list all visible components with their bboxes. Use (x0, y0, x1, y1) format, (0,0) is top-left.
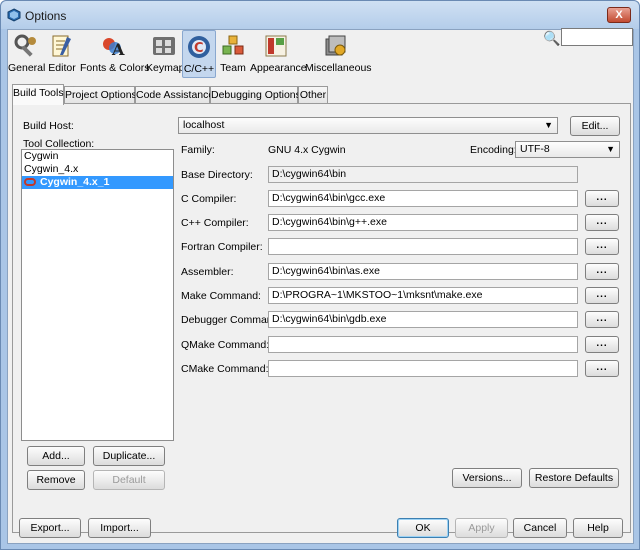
tab-other[interactable]: Other (298, 86, 328, 104)
cancel-button[interactable]: Cancel (513, 518, 567, 538)
remove-collection-button[interactable]: Remove (27, 470, 85, 490)
fortran-compiler-browse-button[interactable]: ... (585, 238, 619, 255)
category-label: Editor (48, 62, 76, 74)
chevron-down-icon: ▼ (544, 120, 553, 130)
cpp-compiler-label: C++ Compiler: (181, 217, 249, 229)
category-fonts-colors[interactable]: A Fonts & Colors (80, 30, 150, 78)
title-bar[interactable]: Options X (1, 1, 639, 29)
chevron-down-icon: ▼ (606, 144, 615, 154)
cmake-command-field[interactable] (268, 360, 578, 377)
category-keymap[interactable]: Keymap (146, 30, 185, 78)
ok-button[interactable]: OK (397, 518, 449, 538)
edit-build-host-button[interactable]: Edit... (570, 116, 620, 136)
svg-text:C: C (194, 41, 204, 56)
category-general[interactable]: General (8, 30, 46, 78)
duplicate-collection-button[interactable]: Duplicate... (93, 446, 165, 466)
options-search-input[interactable] (561, 28, 633, 46)
add-collection-button[interactable]: Add... (27, 446, 85, 466)
export-button[interactable]: Export... (19, 518, 81, 538)
qmake-command-label: QMake Command: (181, 339, 270, 351)
fonts-colors-icon: A (102, 38, 125, 59)
close-button[interactable]: X (607, 7, 631, 23)
list-item[interactable]: Cygwin (22, 150, 173, 163)
build-host-label: Build Host: (23, 120, 74, 132)
assembler-label: Assembler: (181, 266, 234, 278)
list-item-label: Cygwin_4.x_1 (40, 176, 110, 188)
make-command-field[interactable]: D:\PROGRA~1\MKSTOO~1\mksnt\make.exe (268, 287, 578, 304)
make-command-browse-button[interactable]: ... (585, 287, 619, 304)
cpp-compiler-browse-button[interactable]: ... (585, 214, 619, 231)
base-directory-label: Base Directory: (181, 169, 253, 181)
family-value: GNU 4.x Cygwin (268, 144, 346, 156)
make-command-label: Make Command: (181, 290, 261, 302)
default-collection-icon (24, 178, 36, 187)
client-area: General Editor A Fonts & Colors Keymap C… (7, 28, 634, 544)
apply-button[interactable]: Apply (455, 518, 508, 538)
cpp-icon: C (188, 36, 210, 58)
editor-icon (52, 35, 71, 57)
tool-collection-list[interactable]: Cygwin Cygwin_4.x Cygwin_4.x_1 (21, 149, 174, 441)
cmake-command-browse-button[interactable]: ... (585, 360, 619, 377)
build-host-select[interactable]: localhost ▼ (178, 117, 558, 134)
debugger-command-label: Debugger Command: (181, 314, 282, 326)
tab-build-tools[interactable]: Build Tools (12, 84, 64, 105)
cmake-command-label: CMake Command: (181, 363, 269, 375)
category-cpp[interactable]: C C/C++ (182, 30, 216, 78)
build-host-value: localhost (183, 119, 225, 131)
encoding-select[interactable]: UTF-8 ▼ (515, 141, 620, 158)
miscellaneous-icon (325, 35, 346, 56)
window-title: Options (25, 9, 67, 23)
category-label: General (8, 62, 46, 74)
category-team[interactable]: Team (218, 30, 248, 78)
category-label: Team (220, 62, 246, 74)
team-icon (222, 35, 244, 55)
import-button[interactable]: Import... (88, 518, 151, 538)
tab-project-options[interactable]: Project Options (64, 86, 137, 104)
c-compiler-browse-button[interactable]: ... (585, 190, 619, 207)
list-item[interactable]: Cygwin_4.x (22, 163, 173, 176)
versions-button[interactable]: Versions... (452, 468, 522, 488)
category-label: Miscellaneous (305, 62, 372, 74)
assembler-field[interactable]: D:\cygwin64\bin\as.exe (268, 263, 578, 280)
tab-debugging-options[interactable]: Debugging Options (210, 86, 301, 104)
category-miscellaneous[interactable]: Miscellaneous (305, 30, 372, 78)
netbeans-app-icon (7, 8, 21, 22)
category-label: Fonts & Colors (80, 62, 150, 74)
options-window: Options X General Editor A Fonts & Color… (0, 0, 640, 550)
category-appearance[interactable]: Appearance (250, 30, 307, 78)
qmake-command-field[interactable] (268, 336, 578, 353)
tab-code-assistance[interactable]: Code Assistance (135, 86, 214, 104)
appearance-icon (265, 35, 287, 57)
encoding-value: UTF-8 (520, 143, 550, 155)
encoding-label: Encoding: (470, 144, 517, 156)
general-icon (14, 34, 36, 57)
category-label: Appearance (250, 62, 307, 74)
family-label: Family: (181, 144, 215, 156)
help-button[interactable]: Help (573, 518, 623, 538)
assembler-browse-button[interactable]: ... (585, 263, 619, 280)
category-toolbar: General Editor A Fonts & Colors Keymap C… (8, 28, 633, 80)
keymap-icon (153, 37, 175, 55)
list-item-selected[interactable]: Cygwin_4.x_1 (22, 176, 173, 189)
c-compiler-label: C Compiler: (181, 193, 237, 205)
debugger-command-browse-button[interactable]: ... (585, 311, 619, 328)
fortran-compiler-label: Fortran Compiler: (181, 241, 263, 253)
base-directory-field: D:\cygwin64\bin (268, 166, 578, 183)
c-compiler-field[interactable]: D:\cygwin64\bin\gcc.exe (268, 190, 578, 207)
build-tools-panel: Build Host: localhost ▼ Edit... Tool Col… (12, 103, 631, 533)
svg-text:A: A (111, 40, 125, 59)
category-label: Keymap (146, 62, 185, 74)
default-collection-button[interactable]: Default (93, 470, 165, 490)
qmake-command-browse-button[interactable]: ... (585, 336, 619, 353)
restore-defaults-button[interactable]: Restore Defaults (529, 468, 619, 488)
category-label: C/C++ (183, 63, 215, 75)
fortran-compiler-field[interactable] (268, 238, 578, 255)
search-icon: 🔍 (543, 30, 561, 46)
cpp-compiler-field[interactable]: D:\cygwin64\bin\g++.exe (268, 214, 578, 231)
category-editor[interactable]: Editor (45, 30, 79, 78)
debugger-command-field[interactable]: D:\cygwin64\bin\gdb.exe (268, 311, 578, 328)
